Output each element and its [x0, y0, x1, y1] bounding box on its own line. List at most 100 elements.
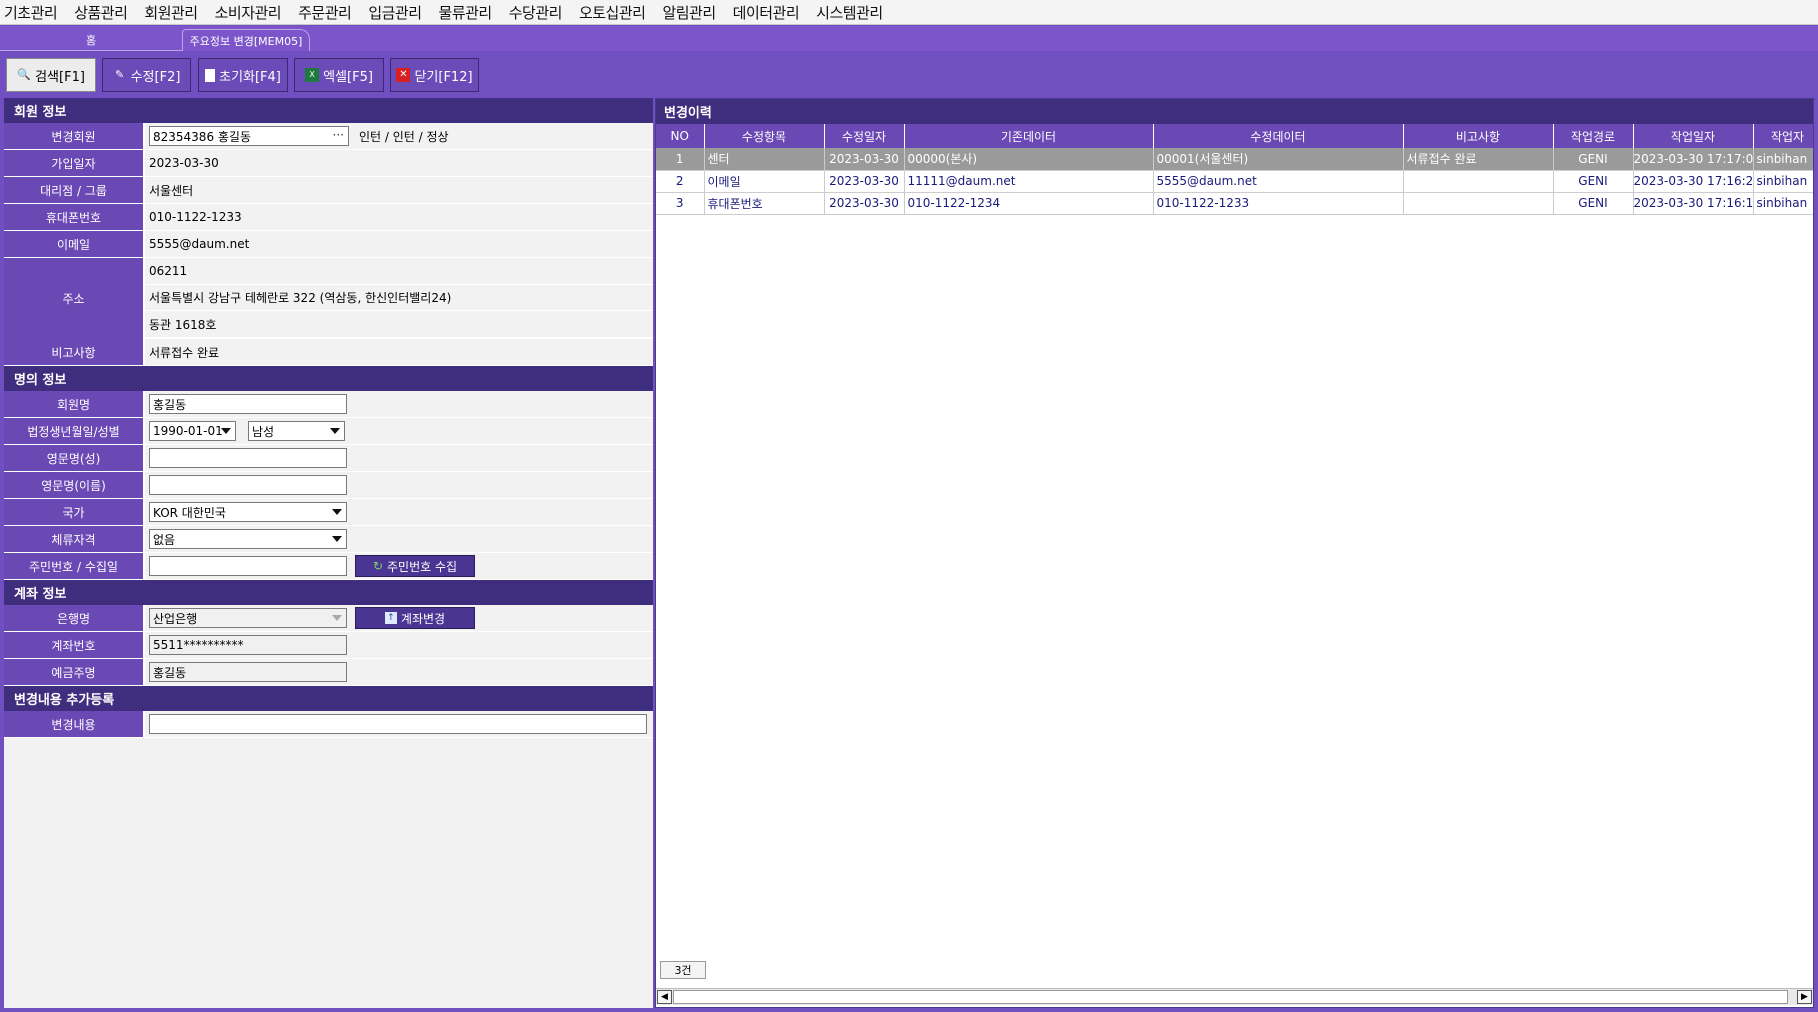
tab-mem05[interactable]: 주요정보 변경[MEM05] [182, 29, 310, 51]
table-row[interactable]: 1 센터 2023-03-30 00000(본사) 00001(서울센터) 서류… [656, 148, 1813, 171]
search-button[interactable]: 🔍 검색[F1] [6, 58, 96, 92]
horizontal-scrollbar[interactable]: ◀ ▶ [656, 988, 1813, 1005]
close-button[interactable]: ✕ 닫기[F12] [390, 58, 479, 92]
changed-member-field[interactable]: 82354386 홍길동 ··· [149, 126, 349, 146]
cell: 010-1122-1233 [1153, 192, 1404, 215]
agency-label: 대리점 / 그룹 [4, 177, 145, 203]
visa-select[interactable]: 없음 [149, 529, 347, 549]
history-header-row: NO 수정항목 수정일자 기존데이터 수정데이터 비고사항 작업경로 작업일자 … [656, 124, 1813, 148]
chevron-down-icon [330, 428, 340, 434]
cell: 1 [656, 148, 705, 171]
change-account-button[interactable]: ↑ 계좌변경 [355, 607, 475, 629]
cell: sinbihan [1753, 192, 1813, 215]
col-worker[interactable]: 작업자 [1753, 124, 1813, 148]
change-content-input[interactable] [149, 714, 647, 734]
email-value: 5555@daum.net [145, 231, 653, 257]
record-count: 3건 [660, 961, 706, 979]
close-icon: ✕ [396, 68, 411, 82]
account-no-input[interactable]: 5511********** [149, 635, 347, 655]
col-date[interactable]: 수정일자 [824, 124, 905, 148]
change-content-label: 변경내용 [4, 711, 145, 737]
cell: 서류접수 완료 [1403, 148, 1554, 171]
scroll-right-icon[interactable]: ▶ [1797, 990, 1812, 1004]
lookup-icon[interactable]: ··· [333, 128, 344, 142]
member-form-panel: 회원 정보 변경회원 82354386 홍길동 ··· 인턴 / 인턴 / 정상… [4, 98, 653, 1008]
col-work-date[interactable]: 작업일자 [1633, 124, 1754, 148]
join-date-value: 2023-03-30 [145, 150, 653, 176]
reset-button[interactable]: 초기화[F4] [198, 58, 288, 92]
menu-system[interactable]: 시스템관리 [816, 2, 883, 23]
rrn-input[interactable] [149, 556, 347, 576]
name-input[interactable]: 홍길동 [149, 394, 347, 414]
document-icon [205, 68, 216, 82]
col-old[interactable]: 기존데이터 [904, 124, 1154, 148]
cell: 2023-03-30 17:16:17 [1633, 192, 1754, 215]
rrn-label: 주민번호 / 수집일 [4, 553, 145, 579]
chevron-down-icon [332, 615, 342, 621]
chevron-down-icon [332, 536, 342, 542]
gender-select[interactable]: 남성 [248, 421, 345, 441]
eng-last-input[interactable] [149, 448, 347, 468]
birth-select[interactable]: 1990-01-01 [149, 421, 236, 441]
phone-label: 휴대폰번호 [4, 204, 145, 230]
search-button-label: 검색[F1] [35, 69, 85, 85]
eng-first-input[interactable] [149, 475, 347, 495]
country-select[interactable]: KOR 대한민국 [149, 502, 347, 522]
changed-member-value: 82354386 홍길동 [153, 129, 252, 144]
table-row[interactable]: 3 휴대폰번호 2023-03-30 010-1122-1234 010-112… [656, 192, 1813, 215]
bank-select[interactable]: 산업은행 [149, 608, 347, 628]
cell: 00001(서울센터) [1153, 148, 1404, 171]
scroll-left-icon[interactable]: ◀ [657, 990, 672, 1004]
agency-value: 서울센터 [145, 177, 653, 203]
cell: 센터 [704, 148, 825, 171]
edit-button[interactable]: ✎ 수정[F2] [102, 58, 191, 92]
close-button-label: 닫기[F12] [414, 69, 473, 85]
excel-button[interactable]: X 엑셀[F5] [294, 58, 384, 92]
menu-member[interactable]: 회원관리 [144, 2, 198, 23]
cell: 2 [656, 170, 705, 193]
change-account-label: 계좌변경 [400, 611, 446, 626]
cell: 00000(본사) [904, 148, 1154, 171]
col-new[interactable]: 수정데이터 [1153, 124, 1404, 148]
menu-allowance[interactable]: 수당관리 [509, 2, 563, 23]
table-row[interactable]: 2 이메일 2023-03-30 11111@daum.net 5555@dau… [656, 170, 1813, 193]
menu-logistics[interactable]: 물류관리 [439, 2, 493, 23]
cell: sinbihan [1753, 148, 1813, 171]
birth-label: 법정생년월일/성별 [4, 418, 145, 444]
refresh-icon: ↻ [372, 559, 383, 573]
menu-order[interactable]: 주문관리 [298, 2, 352, 23]
cell: 3 [656, 192, 705, 215]
col-no[interactable]: NO [656, 124, 705, 148]
zip-value: 06211 [145, 258, 653, 285]
history-grid[interactable]: NO 수정항목 수정일자 기존데이터 수정데이터 비고사항 작업경로 작업일자 … [656, 124, 1813, 959]
col-path[interactable]: 작업경로 [1553, 124, 1634, 148]
remarks-label: 비고사항 [4, 339, 145, 365]
bank-label: 은행명 [4, 605, 145, 631]
col-remarks[interactable]: 비고사항 [1403, 124, 1554, 148]
menu-autoship[interactable]: 오토십관리 [579, 2, 646, 23]
country-value: KOR 대한민국 [153, 505, 226, 520]
menu-product[interactable]: 상품관리 [74, 2, 128, 23]
menu-data[interactable]: 데이터관리 [733, 2, 800, 23]
scroll-thumb[interactable] [673, 990, 1788, 1004]
chevron-down-icon [332, 509, 342, 515]
tab-home[interactable]: 홈 [0, 29, 182, 51]
eng-first-label: 영문명(이름) [4, 472, 145, 498]
cell: 010-1122-1234 [904, 192, 1154, 215]
edit-icon: ✎ [114, 68, 125, 81]
menu-notification[interactable]: 알림관리 [662, 2, 716, 23]
email-label: 이메일 [4, 231, 145, 257]
member-info-header: 회원 정보 [4, 98, 653, 123]
col-item[interactable]: 수정항목 [704, 124, 825, 148]
eng-last-label: 영문명(성) [4, 445, 145, 471]
collect-rrn-button[interactable]: ↻ 주민번호 수집 [355, 555, 475, 577]
holder-input[interactable]: 홍길동 [149, 662, 347, 682]
country-label: 국가 [4, 499, 145, 525]
menu-basic[interactable]: 기초관리 [4, 2, 58, 23]
birth-value: 1990-01-01 [153, 424, 223, 438]
address-line2: 동관 1618호 [145, 311, 653, 339]
tab-bar: 홈 주요정보 변경[MEM05] [0, 26, 1818, 51]
menu-consumer[interactable]: 소비자관리 [215, 2, 282, 23]
edit-button-label: 수정[F2] [130, 69, 181, 85]
menu-deposit[interactable]: 입금관리 [368, 2, 422, 23]
